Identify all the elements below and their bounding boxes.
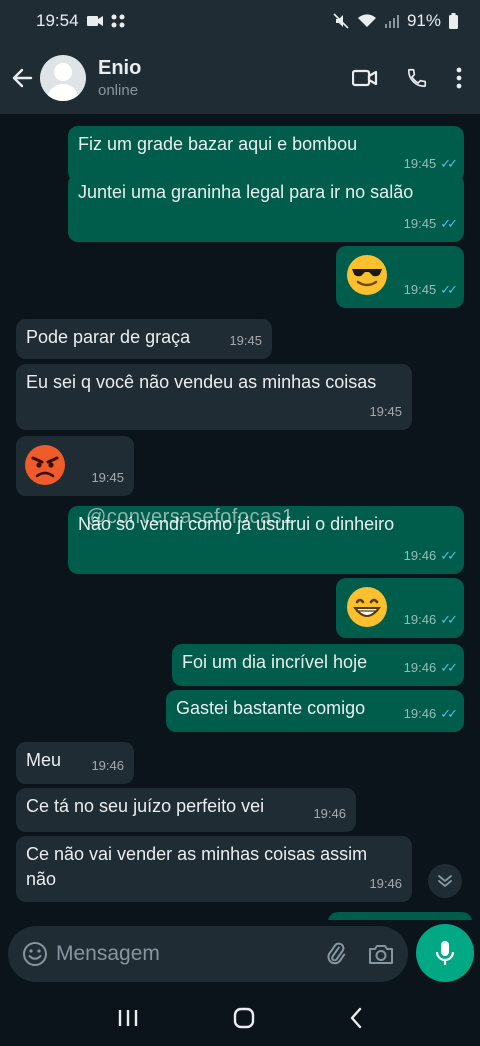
message-time: 19:46 ✓✓ <box>404 607 458 632</box>
message-time: 19:46 ✓✓ <box>404 655 458 680</box>
message-time: 19:45 ✓✓ <box>404 211 458 236</box>
double-check-icon: ✓✓ <box>440 156 458 171</box>
message-input-bar <box>0 920 480 990</box>
message-text: Ce tá no seu juízo perfeito vei <box>26 796 265 816</box>
message-time: 19:45 <box>229 333 262 348</box>
system-navigation-bar <box>0 990 480 1046</box>
message-bubble-out[interactable]: 19:46 ✓✓ <box>336 578 464 638</box>
message-input-box <box>8 926 408 982</box>
message-time: 19:45 ✓✓ <box>404 151 458 176</box>
camera-icon[interactable] <box>368 943 394 965</box>
battery-percent: 91% <box>406 11 441 30</box>
back-button[interactable] <box>10 66 34 90</box>
signal-icon <box>384 15 399 28</box>
mute-icon <box>333 13 349 29</box>
double-check-icon: ✓✓ <box>440 216 458 231</box>
avatar[interactable] <box>40 55 86 101</box>
message-bubble-in[interactable]: Meu 19:46 <box>16 742 134 784</box>
message-input[interactable] <box>56 942 306 966</box>
message-bubble-out[interactable]: Foi um dia incrível hoje 19:46 ✓✓ <box>172 644 464 686</box>
apps-grid-icon <box>111 14 125 28</box>
message-bubble-in[interactable]: Ce tá no seu juízo perfeito vei 19:46 <box>16 788 356 832</box>
message-time: 19:45 <box>91 470 124 485</box>
message-bubble-partial <box>328 912 472 920</box>
watermark: @conversasefofocas1 <box>86 506 294 528</box>
grinning-face-emoji-icon <box>347 587 387 627</box>
message-text: Ce não vai vender as minhas coisas assim… <box>26 844 368 889</box>
status-bar: 19:54 91% <box>0 0 480 42</box>
message-text: Eu sei q você não vendeu as minhas coisa… <box>26 372 377 392</box>
voice-call-icon[interactable] <box>406 67 428 89</box>
message-time: 19:46 <box>91 758 124 773</box>
home-icon[interactable] <box>232 1006 256 1030</box>
video-call-icon[interactable] <box>352 68 378 88</box>
message-time: 19:46 ✓✓ <box>404 543 458 568</box>
message-text: Juntei uma graninha legal para ir no sal… <box>78 182 414 202</box>
battery-icon <box>449 13 458 29</box>
message-text: Meu <box>26 750 62 770</box>
message-text: Fiz um grade bazar aqui e bombou <box>78 134 358 154</box>
message-time: 19:46 <box>313 806 346 821</box>
message-bubble-out[interactable]: Gastei bastante comigo 19:46 ✓✓ <box>166 690 464 732</box>
more-options-icon[interactable] <box>456 67 462 89</box>
scroll-to-bottom-button[interactable] <box>428 864 462 898</box>
message-time: 19:45 <box>369 404 402 419</box>
double-check-icon: ✓✓ <box>440 548 458 563</box>
double-check-icon: ✓✓ <box>440 706 458 721</box>
message-time: 19:46 <box>369 876 402 891</box>
contact-status: online <box>98 82 139 99</box>
chat-area[interactable]: Fiz um grade bazar aqui e bombou 19:45 ✓✓… <box>0 114 480 920</box>
status-time: 19:54 <box>36 11 79 30</box>
recent-apps-icon[interactable] <box>117 1008 139 1028</box>
wifi-icon <box>357 14 376 27</box>
message-bubble-in[interactable]: 19:45 <box>16 436 134 496</box>
double-check-icon: ✓✓ <box>440 612 458 627</box>
voice-message-button[interactable] <box>416 924 474 982</box>
video-recording-icon <box>86 16 103 26</box>
contact-info[interactable]: Enio online <box>98 57 141 99</box>
emoji-icon[interactable] <box>22 941 48 967</box>
microphone-icon <box>435 941 455 965</box>
attach-icon[interactable] <box>324 942 348 966</box>
chat-header: Enio online <box>0 42 480 114</box>
message-text: Gastei bastante comigo <box>176 698 366 718</box>
message-bubble-out[interactable]: 19:45 ✓✓ <box>336 246 464 308</box>
message-text: Foi um dia incrível hoje <box>182 652 368 672</box>
double-chevron-down-icon <box>438 875 452 887</box>
message-bubble-out[interactable]: Juntei uma graninha legal para ir no sal… <box>68 174 464 242</box>
angry-face-emoji-icon <box>25 445 65 485</box>
double-check-icon: ✓✓ <box>440 282 458 297</box>
sunglasses-emoji-icon <box>347 255 387 295</box>
message-bubble-in[interactable]: Pode parar de graça 19:45 <box>16 319 272 359</box>
back-nav-icon[interactable] <box>349 1007 363 1029</box>
message-text: Pode parar de graça <box>26 327 191 347</box>
arrow-left-icon <box>12 68 33 88</box>
message-time: 19:46 ✓✓ <box>404 701 458 726</box>
double-check-icon: ✓✓ <box>440 660 458 675</box>
message-bubble-in[interactable]: Ce não vai vender as minhas coisas assim… <box>16 836 412 902</box>
message-bubble-in[interactable]: Eu sei q você não vendeu as minhas coisa… <box>16 364 412 430</box>
contact-name: Enio <box>98 57 142 79</box>
message-time: 19:45 ✓✓ <box>404 277 458 302</box>
